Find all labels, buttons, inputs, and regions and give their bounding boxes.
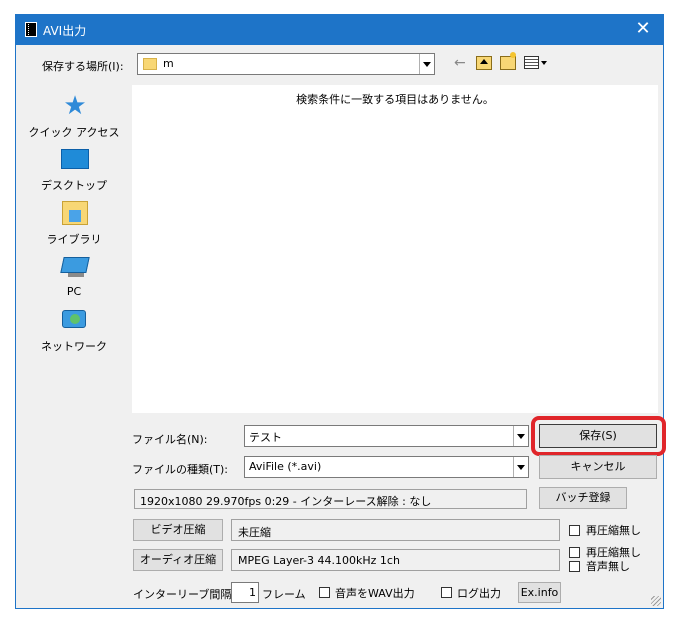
log-output-checkbox[interactable] xyxy=(441,587,452,598)
chevron-down-icon[interactable] xyxy=(513,457,528,477)
filetype-label: ファイルの種類(T): xyxy=(132,463,229,476)
avi-output-dialog: AVI出力 ✕ 保存する場所(I): m ← ★ クイック アクセス デスクトッ… xyxy=(15,14,666,609)
network-icon xyxy=(62,310,86,328)
chevron-down-icon[interactable] xyxy=(419,54,434,74)
back-arrow-icon[interactable]: ← xyxy=(454,55,468,71)
places-bar: ★ クイック アクセス デスクトップ ライブラリ PC ネットワーク xyxy=(16,88,132,408)
batch-register-button[interactable]: バッチ登録 xyxy=(539,487,627,509)
place-label: クイック アクセス xyxy=(28,126,120,139)
resize-grip[interactable] xyxy=(651,596,661,606)
log-output-label: ログ出力 xyxy=(457,587,501,600)
cancel-button[interactable]: キャンセル xyxy=(539,455,657,479)
place-libraries[interactable]: ライブラリ xyxy=(16,201,132,251)
wav-output-checkbox[interactable] xyxy=(319,587,330,598)
place-desktop[interactable]: デスクトップ xyxy=(16,147,132,197)
save-button[interactable]: 保存(S) xyxy=(539,424,657,448)
place-label: ライブラリ xyxy=(46,233,102,246)
file-list-view[interactable]: 検索条件に一致する項目はありません。 xyxy=(132,85,658,413)
new-folder-icon[interactable] xyxy=(500,52,516,70)
video-recompress-checkbox[interactable] xyxy=(569,525,580,536)
interleave-input[interactable]: 1 xyxy=(231,582,259,603)
place-network[interactable]: ネットワーク xyxy=(16,308,132,358)
library-icon xyxy=(62,201,88,225)
no-audio-checkbox[interactable] xyxy=(569,561,580,572)
place-pc[interactable]: PC xyxy=(16,255,132,305)
view-menu-icon[interactable] xyxy=(524,56,539,69)
wav-output-label: 音声をWAV出力 xyxy=(335,587,415,600)
title-bar[interactable]: AVI出力 ✕ xyxy=(16,15,663,45)
audio-recompress-checkbox[interactable] xyxy=(569,547,580,558)
desktop-icon xyxy=(61,149,89,169)
pc-icon xyxy=(60,257,90,273)
video-compression-button[interactable]: ビデオ圧縮 xyxy=(133,519,223,541)
no-audio-label: 音声無し xyxy=(586,560,630,573)
location-combobox[interactable]: m xyxy=(137,53,435,75)
audio-compression-button[interactable]: オーディオ圧縮 xyxy=(133,549,223,571)
exinfo-button[interactable]: Ex.info xyxy=(518,582,561,603)
location-value: m xyxy=(163,57,174,70)
audio-codec: MPEG Layer-3 44.100kHz 1ch xyxy=(231,549,560,571)
filename-label: ファイル名(N): xyxy=(132,433,208,446)
interleave-label: インターリーブ間隔 : xyxy=(133,588,239,601)
video-info: 1920x1080 29.970fps 0:29 - インターレース解除 : な… xyxy=(134,489,527,509)
interleave-unit: フレーム xyxy=(262,588,306,601)
empty-message: 検索条件に一致する項目はありません。 xyxy=(296,93,494,106)
filetype-combobox[interactable]: AviFile (*.avi) xyxy=(244,456,529,478)
place-label: PC xyxy=(66,285,82,298)
close-button[interactable]: ✕ xyxy=(631,18,655,40)
video-recompress-label: 再圧縮無し xyxy=(586,524,641,537)
folder-icon xyxy=(143,58,157,70)
view-dropdown-icon[interactable] xyxy=(541,61,547,65)
location-label: 保存する場所(I): xyxy=(42,60,124,73)
chevron-down-icon[interactable] xyxy=(513,426,528,446)
film-icon xyxy=(25,22,37,37)
window-title: AVI出力 xyxy=(43,24,87,38)
place-label: ネットワーク xyxy=(41,340,107,353)
place-label: デスクトップ xyxy=(41,179,107,192)
star-icon: ★ xyxy=(63,91,87,121)
filename-value: テスト xyxy=(249,431,282,444)
filename-combobox[interactable]: テスト xyxy=(244,425,529,447)
video-codec: 未圧縮 xyxy=(231,519,560,541)
place-quick-access[interactable]: ★ クイック アクセス xyxy=(16,91,132,144)
filetype-value: AviFile (*.avi) xyxy=(249,460,322,473)
up-folder-icon[interactable] xyxy=(476,56,492,70)
